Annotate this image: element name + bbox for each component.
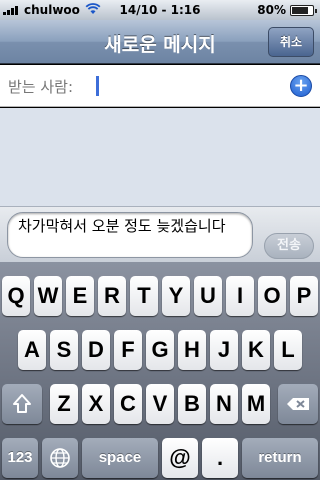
key-e[interactable]: E	[66, 276, 94, 316]
send-button[interactable]: 전송	[264, 233, 314, 259]
at-key[interactable]: @	[162, 438, 198, 478]
key-l[interactable]: L	[274, 330, 302, 370]
globe-key[interactable]	[42, 438, 78, 478]
key-t[interactable]: T	[130, 276, 158, 316]
conversation-area	[0, 108, 320, 206]
key-v[interactable]: V	[146, 384, 174, 424]
key-p[interactable]: P	[290, 276, 318, 316]
cancel-button[interactable]: 취소	[268, 27, 314, 57]
battery-icon	[290, 5, 317, 16]
add-contact-button[interactable]: +	[290, 75, 312, 97]
key-c[interactable]: C	[114, 384, 142, 424]
period-key[interactable]: .	[202, 438, 238, 478]
key-b[interactable]: B	[178, 384, 206, 424]
key-a[interactable]: A	[18, 330, 46, 370]
key-w[interactable]: W	[34, 276, 62, 316]
key-i[interactable]: I	[226, 276, 254, 316]
key-o[interactable]: O	[258, 276, 286, 316]
delete-key[interactable]	[278, 384, 318, 424]
battery-percent: 80%	[257, 3, 286, 17]
navigation-bar: 새로운 메시지 취소	[0, 20, 320, 64]
shift-key[interactable]	[2, 384, 42, 424]
backspace-icon	[278, 384, 318, 424]
key-j[interactable]: J	[210, 330, 238, 370]
globe-icon	[42, 438, 78, 478]
status-bar: chulwoo 14/10 - 1:16 80%	[0, 0, 320, 20]
recipient-label: 받는 사람:	[8, 78, 74, 96]
key-x[interactable]: X	[82, 384, 110, 424]
key-s[interactable]: S	[50, 330, 78, 370]
key-n[interactable]: N	[210, 384, 238, 424]
space-key[interactable]: space	[82, 438, 158, 478]
shift-arrow-icon	[2, 384, 42, 424]
text-cursor	[96, 76, 99, 96]
key-u[interactable]: U	[194, 276, 222, 316]
recipient-field[interactable]: 받는 사람: +	[0, 65, 320, 107]
key-h[interactable]: H	[178, 330, 206, 370]
key-z[interactable]: Z	[50, 384, 78, 424]
numbers-key[interactable]: 123	[2, 438, 38, 478]
key-g[interactable]: G	[146, 330, 174, 370]
key-m[interactable]: M	[242, 384, 270, 424]
key-d[interactable]: D	[82, 330, 110, 370]
key-q[interactable]: Q	[2, 276, 30, 316]
key-r[interactable]: R	[98, 276, 126, 316]
key-f[interactable]: F	[114, 330, 142, 370]
plus-circle-icon: +	[293, 75, 309, 96]
keyboard: Q W E R T Y U I O P A S D F G H J K L Z …	[0, 262, 320, 480]
key-k[interactable]: K	[242, 330, 270, 370]
key-y[interactable]: Y	[162, 276, 190, 316]
compose-bar: 차가막혀서 오분 정도 늦겠습니다 전송	[0, 206, 320, 262]
message-input[interactable]: 차가막혀서 오분 정도 늦겠습니다	[7, 212, 253, 258]
return-key[interactable]: return	[242, 438, 318, 478]
